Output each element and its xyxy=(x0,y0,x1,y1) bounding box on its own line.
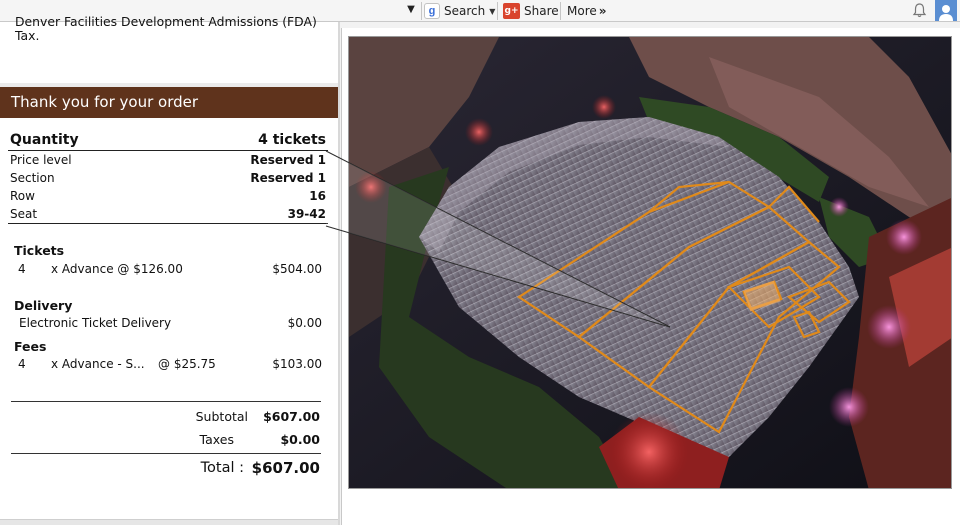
fees-heading: Fees xyxy=(14,339,47,354)
tickets-amount: $504.00 xyxy=(272,262,322,276)
subtotal-label: Subtotal xyxy=(195,409,248,424)
seat-details: Quantity 4 tickets Price level Reserved … xyxy=(8,130,328,224)
detail-row-row: Row 16 xyxy=(8,187,328,205)
more-button[interactable]: More » xyxy=(567,1,607,21)
toolbar-separator xyxy=(421,2,422,20)
detail-value: Reserved 1 xyxy=(250,171,326,185)
detail-row-price-level: Price level Reserved 1 xyxy=(8,151,328,169)
stage-glow xyxy=(609,412,689,488)
detail-label: Row xyxy=(10,189,35,203)
quantity-value: 4 tickets xyxy=(258,132,326,148)
more-button-label: More xyxy=(567,4,597,18)
detail-value: 16 xyxy=(309,189,326,203)
double-chevron-right-icon: » xyxy=(598,4,607,18)
amphitheater-render xyxy=(349,37,951,488)
delivery-heading: Delivery xyxy=(14,298,73,313)
search-button-label: Search xyxy=(444,4,486,18)
detail-row-seat: Seat 39-42 xyxy=(8,205,328,223)
user-account-button[interactable] xyxy=(935,0,957,21)
delivery-description: Electronic Ticket Delivery xyxy=(19,316,172,330)
fees-description: x Advance - S... xyxy=(51,357,145,371)
order-summary-panel: Denver Facilities Development Admissions… xyxy=(0,15,338,519)
quantity-row: Quantity 4 tickets xyxy=(8,130,328,150)
panel-divider xyxy=(338,22,340,525)
subtotal-value: $607.00 xyxy=(263,409,320,424)
detail-label: Price level xyxy=(10,153,72,167)
fees-unit-price: @ $25.75 xyxy=(158,357,216,371)
fees-amount: $103.00 xyxy=(272,357,322,371)
taxes-label: Taxes xyxy=(199,432,234,447)
venue-light xyxy=(355,171,387,203)
venue-light xyxy=(592,95,616,119)
total-value: $607.00 xyxy=(251,459,320,477)
tickets-qty: 4 xyxy=(18,262,26,276)
detail-label: Section xyxy=(10,171,55,185)
stage-light xyxy=(867,305,911,349)
venue-seating-map[interactable] xyxy=(348,36,952,489)
tickets-description: x Advance @ $126.00 xyxy=(51,262,183,276)
fees-qty: 4 xyxy=(18,357,26,371)
total-label: Total : xyxy=(200,460,244,476)
venue-light xyxy=(465,118,493,146)
detail-label: Seat xyxy=(10,207,38,221)
chevron-down-icon[interactable]: ▼ xyxy=(489,7,495,16)
delivery-amount: $0.00 xyxy=(287,316,322,330)
quantity-label: Quantity xyxy=(10,132,79,148)
stage-light xyxy=(886,219,922,255)
detail-value: Reserved 1 xyxy=(250,153,326,167)
panel-bottom-strip xyxy=(0,519,338,525)
user-icon xyxy=(939,5,953,21)
detail-value: 39-42 xyxy=(287,207,326,221)
stage-light xyxy=(829,387,869,427)
share-button[interactable]: g+ Share xyxy=(503,1,559,21)
toolbar-separator xyxy=(560,2,561,20)
google-plus-icon: g+ xyxy=(503,3,520,19)
chevron-down-icon[interactable]: ▼ xyxy=(403,2,419,20)
taxes-value: $0.00 xyxy=(280,432,320,447)
tax-note: Denver Facilities Development Admissions… xyxy=(15,14,317,43)
summary-rule xyxy=(11,453,321,454)
share-button-label: Share xyxy=(524,4,559,18)
bell-icon[interactable] xyxy=(911,2,928,19)
detail-row-section: Section Reserved 1 xyxy=(8,169,328,187)
summary-rule xyxy=(11,401,321,402)
order-confirmation-banner: Thank you for your order xyxy=(0,87,338,118)
seat-rule xyxy=(8,223,328,224)
toolbar-separator xyxy=(497,2,498,20)
tickets-heading: Tickets xyxy=(14,243,65,258)
venue-light xyxy=(829,197,849,217)
google-icon: g xyxy=(424,3,440,19)
search-button[interactable]: g Search ▼ xyxy=(424,1,495,21)
